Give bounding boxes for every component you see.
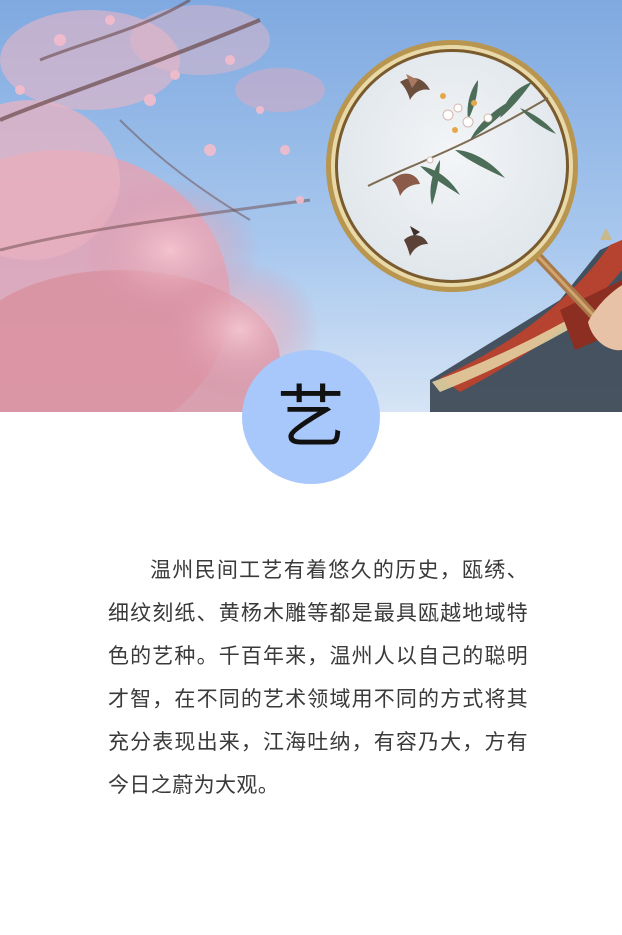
article-paragraph: 温州民间工艺有着悠久的历史，瓯绣、细纹刻纸、黄杨木雕等都是最具瓯越地域特色的艺种…: [108, 558, 528, 797]
round-fan: [326, 40, 578, 292]
page: 艺 温州民间工艺有着悠久的历史，瓯绣、细纹刻纸、黄杨木雕等都是最具瓯越地域特色的…: [0, 0, 622, 935]
section-character: 艺: [276, 379, 345, 458]
section-badge: 艺: [242, 350, 380, 484]
